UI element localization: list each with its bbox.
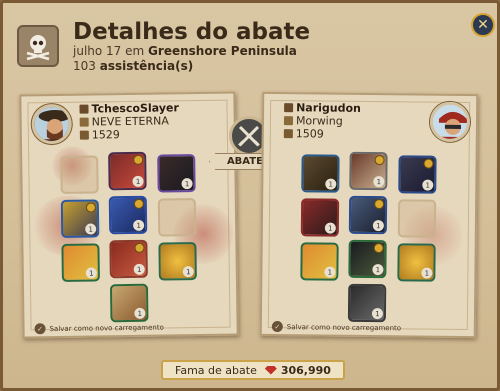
item-power-icon (79, 130, 89, 140)
victim-panel: Narigudon Morwing 1509 1 1 1 1 1 1 1 1 1… (259, 91, 479, 339)
save-icon: ✓ (271, 320, 283, 333)
killer-shoes-slot[interactable]: 1 (109, 239, 148, 279)
victim-shoes-slot[interactable]: 1 (348, 239, 387, 279)
victim-main-hand-slot[interactable]: 1 (300, 198, 340, 237)
assist-label: assistência(s) (99, 59, 194, 73)
player-icon (284, 103, 294, 113)
page-title: Detalhes do abate (73, 19, 311, 45)
fame-value: 306,990 (280, 363, 331, 377)
assist-number: 103 (73, 59, 96, 73)
killer-bag-slot-empty (60, 155, 99, 194)
killer-mount-slot[interactable]: 1 (109, 283, 149, 323)
killer-potion-slot[interactable]: 1 (61, 243, 100, 282)
assist-count: 103 assistência(s) (73, 59, 193, 73)
fame-gem-icon (264, 365, 277, 375)
killer-off-hand-slot-empty (157, 198, 197, 237)
victim-avatar[interactable] (429, 101, 471, 143)
victim-mount-slot[interactable]: 1 (347, 283, 387, 323)
victim-name[interactable]: Narigudon (284, 101, 361, 115)
guild-icon (283, 116, 294, 126)
victim-save-loadout-button[interactable]: ✓ Salvar como novo carregamento (271, 320, 401, 333)
victim-cape-slot[interactable]: 1 (398, 155, 437, 194)
skull-crossbones-icon (17, 25, 59, 67)
guild-icon (79, 117, 89, 127)
killer-head-slot[interactable]: 1 (108, 151, 147, 191)
kill-fame-bar: Fama de abate 306,990 (161, 360, 345, 380)
kill-date: julho 17 (73, 44, 122, 58)
killer-guild[interactable]: NEVE ETERNA (79, 114, 169, 129)
killer-main-hand-slot[interactable]: 1 (60, 199, 100, 238)
victim-off-hand-slot-empty (397, 199, 437, 238)
killer-panel: TchescoSlayer NEVE ETERNA 1529 1 1 1 1 1… (19, 91, 239, 339)
close-button[interactable]: ✕ (471, 13, 495, 37)
kill-location: Greenshore Peninsula (148, 44, 297, 58)
killer-armor-slot[interactable]: 1 (108, 195, 148, 235)
killer-save-loadout-button[interactable]: ✓ Salvar como novo carregamento (34, 322, 164, 335)
victim-item-power: 1509 (283, 127, 324, 141)
killer-food-slot[interactable]: 1 (158, 242, 197, 281)
item-power-icon (283, 129, 293, 139)
victim-armor-slot[interactable]: 1 (348, 195, 388, 235)
victim-potion-slot[interactable]: 1 (300, 242, 339, 281)
kill-date-location: julho 17 em Greenshore Peninsula (73, 44, 297, 58)
fame-label: Fama de abate (175, 363, 257, 377)
victim-bag-slot[interactable]: 1 (301, 154, 340, 193)
kill-details-window: Detalhes do abate julho 17 em Greenshore… (0, 0, 500, 391)
victim-guild[interactable]: Morwing (283, 114, 343, 128)
victim-food-slot[interactable]: 1 (397, 243, 436, 282)
close-icon: ✕ (477, 17, 489, 33)
player-icon (79, 104, 89, 114)
location-prefix: em (125, 44, 145, 58)
killer-item-power: 1529 (79, 128, 120, 142)
killer-cape-slot[interactable]: 1 (157, 154, 196, 193)
save-icon: ✓ (34, 323, 46, 335)
victim-head-slot[interactable]: 1 (349, 151, 388, 191)
